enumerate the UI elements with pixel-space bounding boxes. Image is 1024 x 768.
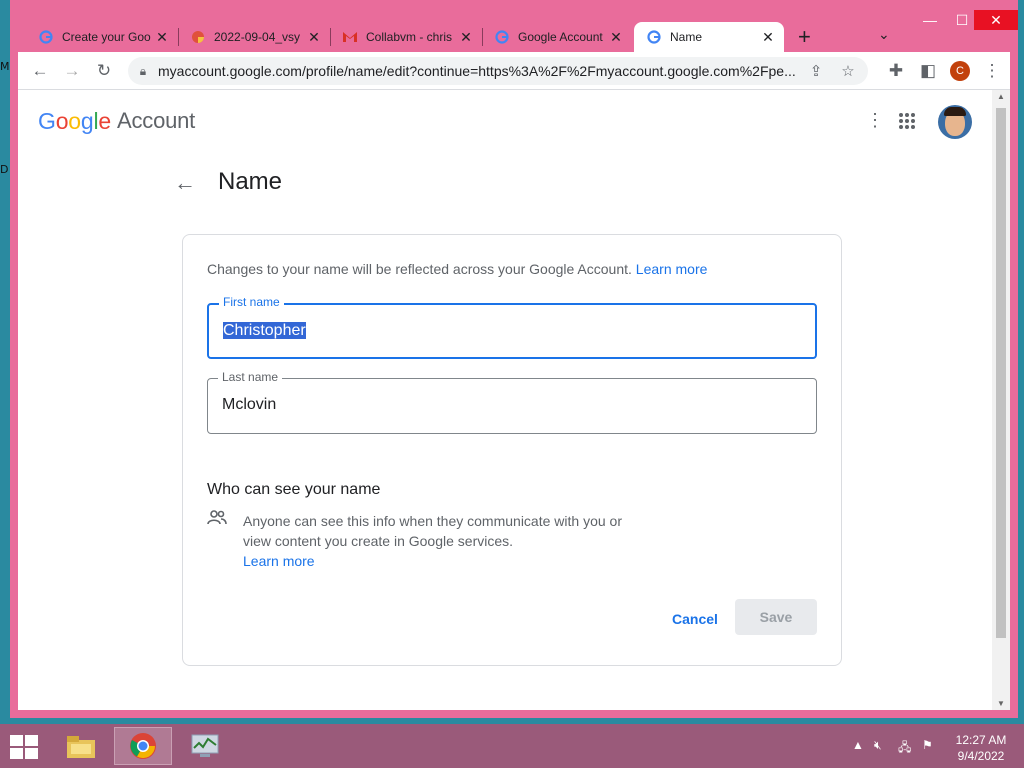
tab-title: Collabvm - chris bbox=[366, 30, 453, 44]
extensions-icon[interactable]: ✚ bbox=[884, 59, 908, 83]
learn-more-link[interactable]: Learn more bbox=[243, 553, 315, 569]
browser-menu-icon[interactable]: ⋮ bbox=[980, 59, 1004, 83]
desktop-letter: D bbox=[0, 163, 9, 176]
people-icon bbox=[207, 509, 229, 531]
google-wordmark: Google bbox=[38, 108, 111, 134]
taskbar: ▲ 🔇︎ 🖧︎ ⚑ 12:27 AM 9/4/2022 bbox=[0, 724, 1024, 768]
show-hidden-icons[interactable]: ▲ bbox=[852, 738, 864, 752]
account-avatar[interactable] bbox=[938, 105, 972, 139]
who-description: Anyone can see this info when they commu… bbox=[243, 513, 622, 569]
tab-search-chevron-icon[interactable]: ⌄ bbox=[878, 26, 890, 43]
cancel-button[interactable]: Cancel bbox=[661, 601, 729, 637]
file-explorer-icon[interactable] bbox=[52, 727, 110, 765]
first-name-field[interactable]: First name Christopher bbox=[207, 295, 817, 359]
first-name-label: First name bbox=[219, 295, 284, 309]
tab-google-account[interactable]: Google Account ✕ bbox=[482, 22, 632, 52]
tab-title: 2022-09-04_vsy bbox=[214, 30, 301, 44]
last-name-label: Last name bbox=[218, 370, 283, 384]
forward-icon[interactable]: → bbox=[60, 59, 84, 83]
clock-time: 12:27 AM bbox=[955, 733, 1007, 747]
gmail-icon bbox=[342, 29, 358, 45]
browser-window: Create your Goo ✕ 2022-09-04_vsy ✕ Colla… bbox=[10, 0, 1018, 718]
browser-toolbar: ← → ↻ 🔒︎ myaccount.google.com/profile/na… bbox=[18, 52, 1010, 90]
task-manager-icon[interactable] bbox=[176, 727, 234, 765]
back-arrow-icon[interactable]: ← bbox=[174, 170, 196, 196]
close-tab-icon[interactable]: ✕ bbox=[458, 29, 474, 46]
back-icon[interactable]: ← bbox=[28, 59, 52, 83]
network-icon[interactable]: 🖧︎ bbox=[898, 738, 911, 759]
google-account-logo[interactable]: Google Account bbox=[38, 108, 195, 135]
tab-title: Name bbox=[670, 30, 703, 44]
name-card: Changes to your name will be reflected a… bbox=[182, 234, 842, 666]
lock-icon[interactable]: 🔒︎ bbox=[128, 64, 158, 79]
close-tab-icon[interactable]: ✕ bbox=[306, 29, 322, 46]
side-panel-icon[interactable]: ◧ bbox=[916, 59, 940, 83]
tab-create-google[interactable]: Create your Goo ✕ bbox=[26, 22, 178, 52]
chrome-taskbar-icon[interactable] bbox=[114, 727, 172, 765]
scroll-thumb[interactable] bbox=[996, 108, 1006, 638]
desktop-letter: M bbox=[0, 60, 10, 73]
clock-date: 9/4/2022 bbox=[957, 749, 1005, 763]
account-word: Account bbox=[117, 108, 196, 133]
learn-more-link[interactable]: Learn more bbox=[636, 261, 708, 277]
url-text: myaccount.google.com/profile/name/edit?c… bbox=[158, 63, 796, 79]
tab-strip: Create your Goo ✕ 2022-09-04_vsy ✕ Colla… bbox=[18, 0, 1018, 52]
windows-start-icon[interactable] bbox=[10, 735, 38, 759]
pie-favicon-icon bbox=[190, 29, 206, 45]
tab-title: Google Account bbox=[518, 30, 603, 44]
close-tab-icon[interactable]: ✕ bbox=[608, 29, 624, 46]
address-bar[interactable]: 🔒︎ myaccount.google.com/profile/name/edi… bbox=[128, 57, 868, 85]
volume-muted-icon[interactable]: 🔇︎ bbox=[874, 738, 882, 753]
page-scrollbar[interactable]: ▲ ▼ bbox=[992, 90, 1010, 710]
profile-avatar[interactable]: C bbox=[950, 61, 970, 81]
google-g-icon bbox=[38, 29, 54, 45]
close-tab-icon[interactable]: ✕ bbox=[760, 29, 776, 46]
who-can-see-heading: Who can see your name bbox=[207, 481, 381, 498]
action-center-icon[interactable]: ⚑ bbox=[922, 738, 933, 752]
taskbar-clock[interactable]: 12:27 AM 9/4/2022 bbox=[948, 732, 1014, 764]
minimize-icon[interactable]: — bbox=[914, 10, 946, 30]
new-tab-icon[interactable]: + bbox=[798, 24, 811, 50]
tab-spreadsheet[interactable]: 2022-09-04_vsy ✕ bbox=[178, 22, 330, 52]
google-g-icon bbox=[494, 29, 510, 45]
tab-gmail[interactable]: Collabvm - chris ✕ bbox=[330, 22, 482, 52]
tab-name-active[interactable]: Name ✕ bbox=[634, 22, 784, 52]
last-name-input[interactable]: Mclovin bbox=[222, 396, 276, 414]
bookmark-star-icon[interactable]: ☆ bbox=[838, 61, 858, 81]
more-options-icon[interactable]: ⋮ bbox=[866, 110, 884, 131]
google-g-icon bbox=[646, 29, 662, 45]
reload-icon[interactable]: ↻ bbox=[92, 59, 116, 83]
last-name-field[interactable]: Last name Mclovin bbox=[207, 370, 817, 434]
scroll-up-icon[interactable]: ▲ bbox=[997, 92, 1005, 101]
scroll-down-icon[interactable]: ▼ bbox=[997, 699, 1005, 708]
apps-grid-icon[interactable] bbox=[898, 112, 916, 135]
close-tab-icon[interactable]: ✕ bbox=[154, 29, 170, 46]
share-icon[interactable]: ⇪ bbox=[806, 61, 826, 81]
first-name-input[interactable]: Christopher bbox=[223, 322, 306, 340]
close-window-icon[interactable]: ✕ bbox=[974, 10, 1018, 30]
tab-title: Create your Goo bbox=[62, 30, 151, 44]
save-button[interactable]: Save bbox=[735, 599, 817, 635]
intro-text: Changes to your name will be reflected a… bbox=[207, 261, 708, 277]
page-content: Google Account ⋮ ← Name Changes to your … bbox=[18, 90, 992, 710]
page-title: Name bbox=[218, 168, 283, 195]
